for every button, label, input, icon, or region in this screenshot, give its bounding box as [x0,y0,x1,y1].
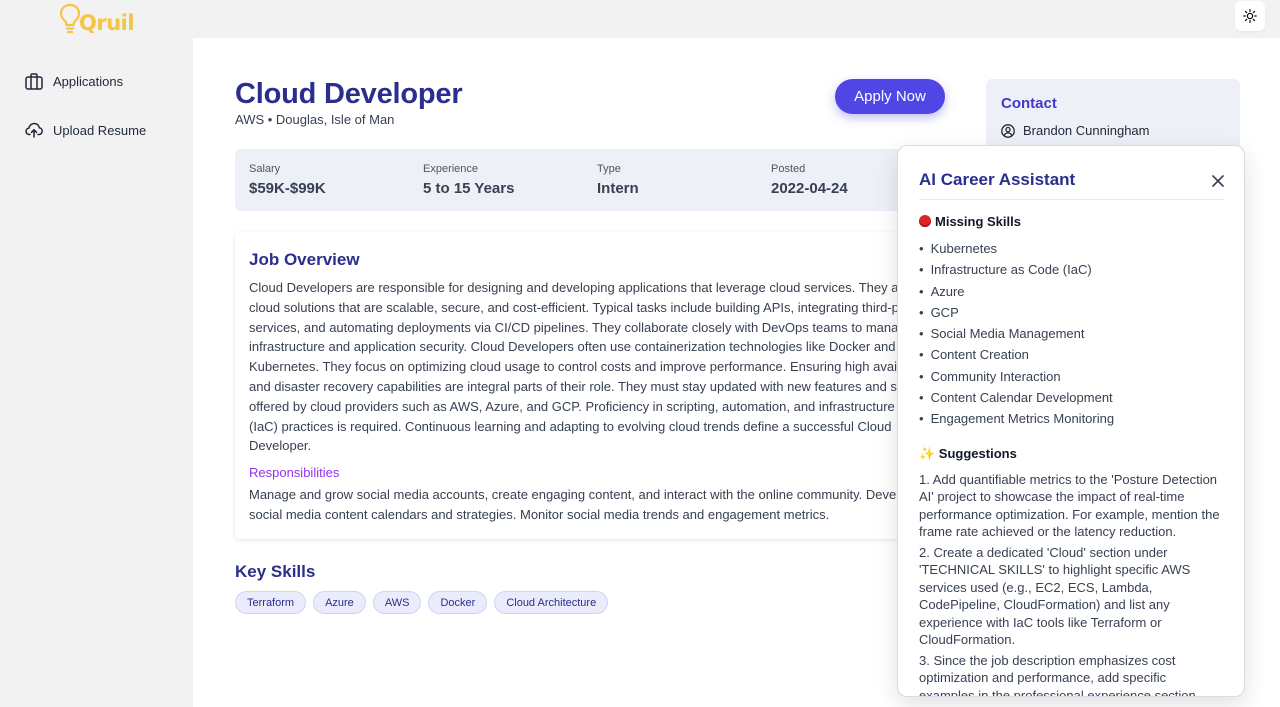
responsibilities-heading: Responsibilities [249,465,340,480]
list-item: Social Media Management [919,323,1114,344]
overview-heading: Job Overview [249,250,360,269]
skill-chip: Cloud Architecture [494,591,609,614]
close-button[interactable] [1208,171,1228,191]
skill-chip: Terraform [235,591,307,614]
sidebar: Applications Upload Resume [0,38,193,707]
stat-value: 5 to 15 Years [423,180,515,197]
red-circle-icon [919,215,931,227]
list-item: Kubernetes [919,238,1114,259]
sidebar-item-applications[interactable]: Applications [25,72,123,90]
ai-career-assistant-panel: AI Career Assistant Missing Skills Kuber… [897,145,1245,697]
missing-skills-list: Kubernetes Infrastructure as Code (IaC) … [919,238,1115,429]
skill-chip: AWS [372,591,422,614]
skill-chip: Azure [313,591,366,614]
stat-value: 2022-04-24 [771,180,848,197]
sidebar-item-label: Upload Resume [53,122,147,138]
assistant-title: AI Career Assistant [919,170,1076,189]
divider [919,199,1224,200]
contact-person: Brandon Cunningham [1001,123,1149,138]
list-item: Content Creation [919,344,1114,365]
job-stats: Salary $59K-$99K Experience 5 to 15 Year… [235,149,935,211]
suggestion-item: 2. Create a dedicated 'Cloud' section un… [919,545,1191,648]
close-icon [1212,175,1224,187]
list-item: Azure [919,281,1114,302]
apply-now-button[interactable]: Apply Now [835,79,945,114]
suggestion-item: 3. Since the job description emphasizes … [919,652,1196,697]
job-company-location: AWS • Douglas, Isle of Man [235,112,395,127]
key-skills-list: Terraform Azure AWS Docker Cloud Archite… [235,591,609,614]
skill-chip: Docker [428,591,488,614]
theme-toggle-button[interactable] [1235,1,1265,31]
suggestion-item: 1. Add quantifiable metrics to the 'Post… [919,472,1220,540]
brand-logo[interactable]: Qruil [59,2,135,36]
responsibilities-text: Manage and grow social media accounts, c… [249,487,914,522]
briefcase-icon [25,72,43,90]
stat-type: Type Intern [597,163,639,197]
stat-label: Experience [423,163,479,175]
sidebar-item-upload-resume[interactable]: Upload Resume [25,121,146,139]
contact-heading: Contact [1001,95,1057,112]
job-overview-card: Job Overview Cloud Developers are respon… [235,232,925,539]
stat-value: $59K-$99K [249,180,326,197]
key-skills-heading: Key Skills [235,562,316,581]
stat-posted: Posted 2022-04-24 [771,163,848,197]
top-bar: Qruil [0,0,1280,38]
stat-value: Intern [597,180,639,197]
contact-name: Brandon Cunningham [1023,123,1150,138]
job-title: Cloud Developer [235,78,463,110]
lightbulb-icon [59,3,81,34]
list-item: Infrastructure as Code (IaC) [919,259,1114,280]
sidebar-item-label: Applications [53,73,124,89]
list-item: GCP [919,302,1114,323]
sun-icon [1243,9,1257,23]
missing-skills-label: Missing Skills [935,214,1021,229]
stat-label: Salary [249,163,281,175]
stat-salary: Salary $59K-$99K [249,163,326,197]
stat-label: Posted [771,163,806,175]
missing-skills-heading: Missing Skills [919,214,1021,229]
suggestions-heading: ✨ Suggestions [919,446,1017,461]
stat-experience: Experience 5 to 15 Years [423,163,514,197]
user-circle-icon [1001,123,1015,138]
stat-label: Type [597,163,621,175]
brand-name: Qruil [79,11,135,35]
list-item: Content Calendar Development [919,387,1114,408]
list-item: Community Interaction [919,366,1114,387]
overview-text: Cloud Developers are responsible for des… [249,280,925,454]
list-item: Engagement Metrics Monitoring [919,408,1115,429]
cloud-upload-icon [25,121,43,139]
suggestions-list: 1. Add quantifiable metrics to the 'Post… [919,471,1225,697]
